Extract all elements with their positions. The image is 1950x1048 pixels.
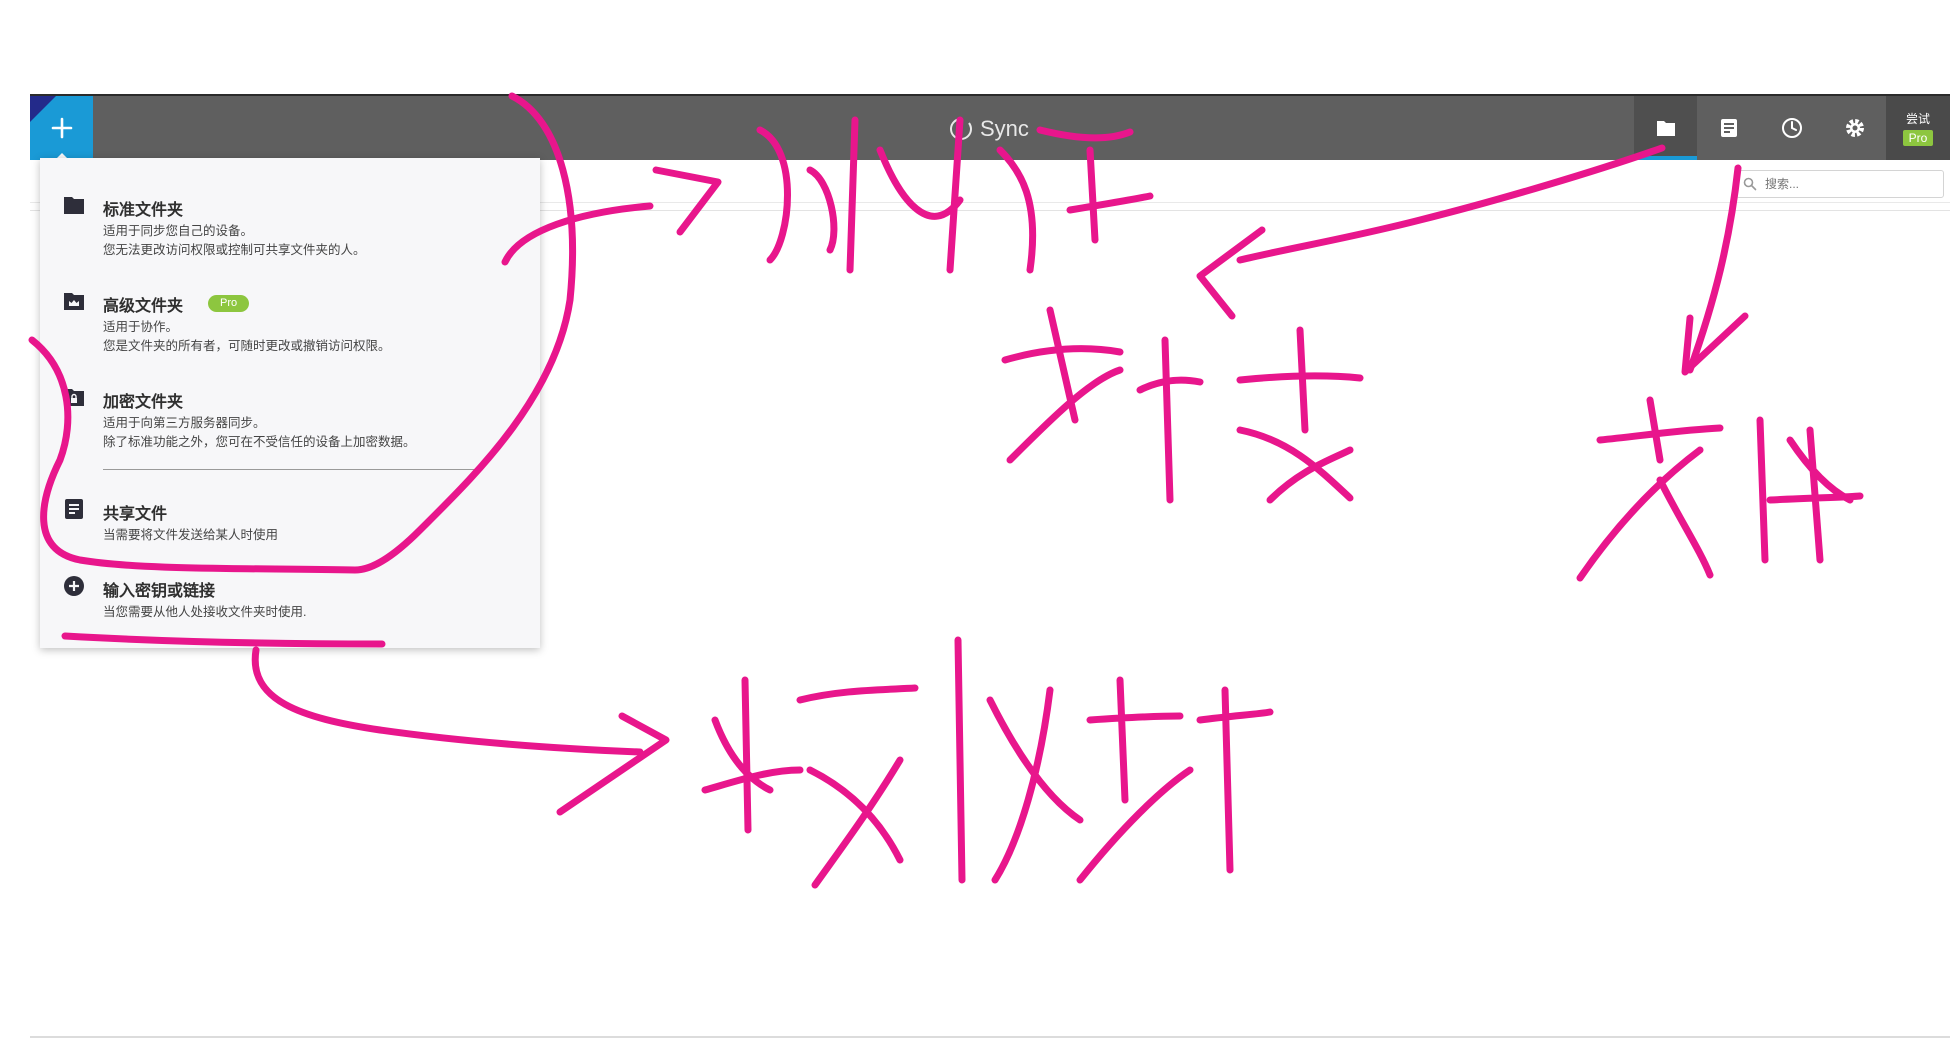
menu-item-description: 适用于协作。 您是文件夹的所有者，可随时更改或撤销访问权限。: [103, 318, 391, 356]
menu-divider: [103, 469, 475, 470]
description-line: 当需要将文件发送给某人时使用: [103, 528, 279, 542]
add-dropdown-menu: 标准文件夹 适用于同步您自己的设备。 您无法更改访问权限或控制可共享文件夹的人。…: [40, 158, 540, 648]
header-nav: [1634, 96, 1886, 160]
gear-icon: [1845, 119, 1864, 137]
top-bar: Sync 尝试 Pro: [30, 96, 1950, 161]
menu-item-description: 当需要将文件发送给某人时使用: [103, 526, 278, 545]
menu-item-title: 输入密钥或链接: [103, 583, 216, 600]
menu-item-share-file[interactable]: 共享文件 当需要将文件发送给某人时使用: [40, 498, 540, 542]
menu-item-title: 高级文件夹: [103, 298, 184, 315]
search-box: [1736, 170, 1944, 198]
pro-badge: Pro: [208, 295, 250, 312]
folder-icon: [64, 197, 84, 214]
corner-mark: [30, 96, 56, 122]
trial-label: 尝试: [1905, 112, 1930, 126]
document-icon: [65, 499, 83, 519]
trial-pro-button[interactable]: 尝试 Pro: [1886, 96, 1950, 160]
description-line: 适用于同步您自己的设备。: [103, 224, 254, 238]
search-input[interactable]: [1763, 176, 1937, 192]
pro-badge: Pro: [1902, 130, 1934, 146]
menu-item-title: 加密文件夹: [103, 394, 184, 411]
description-line: 适用于协作。: [103, 320, 179, 334]
menu-item-description: 适用于同步您自己的设备。 您无法更改访问权限或控制可共享文件夹的人。: [103, 222, 366, 260]
description-line: 您无法更改访问权限或控制可共享文件夹的人。: [103, 243, 366, 257]
description-line: 当您需要从他人处接收文件夹时使用.: [103, 605, 307, 619]
footer-divider: [30, 1036, 1950, 1038]
description-line: 适用于向第三方服务器同步。: [103, 416, 266, 430]
brand-logo: Sync: [948, 114, 1029, 144]
description-line: 您是文件夹的所有者，可随时更改或撤销访问权限。: [103, 339, 391, 353]
add-button[interactable]: [30, 96, 93, 161]
brand-name: Sync: [980, 116, 1029, 141]
nav-settings[interactable]: [1823, 96, 1886, 160]
clock-icon: [1781, 118, 1802, 138]
menu-item-standard-folder[interactable]: 标准文件夹 适用于同步您自己的设备。 您无法更改访问权限或控制可共享文件夹的人。: [40, 194, 540, 257]
menu-item-title: 共享文件: [103, 506, 168, 523]
nav-history[interactable]: [1760, 96, 1823, 160]
menu-item-description: 当您需要从他人处接收文件夹时使用.: [103, 603, 306, 622]
nav-folders[interactable]: [1634, 96, 1697, 160]
file-icon: [1720, 119, 1737, 137]
menu-item-encrypted-folder[interactable]: 加密文件夹 适用于向第三方服务器同步。 除了标准功能之外，您可在不受信任的设备上…: [40, 386, 540, 449]
menu-item-description: 适用于向第三方服务器同步。 除了标准功能之外，您可在不受信任的设备上加密数据。: [103, 414, 416, 452]
menu-item-advanced-folder[interactable]: 高级文件夹 Pro 适用于协作。 您是文件夹的所有者，可随时更改或撤销访问权限。: [40, 290, 540, 353]
folder-icon: [1656, 121, 1675, 136]
lock-folder-icon: [64, 389, 84, 406]
search-icon: [1743, 177, 1757, 191]
menu-item-title: 标准文件夹: [103, 202, 184, 219]
sync-logo-icon: [950, 118, 972, 140]
menu-item-enter-key-or-link[interactable]: 输入密钥或链接 当您需要从他人处接收文件夹时使用.: [40, 575, 540, 619]
crown-folder-icon: [64, 293, 84, 310]
nav-files[interactable]: [1697, 96, 1760, 160]
description-line: 除了标准功能之外，您可在不受信任的设备上加密数据。: [103, 435, 416, 449]
plus-circle-icon: [64, 576, 84, 596]
